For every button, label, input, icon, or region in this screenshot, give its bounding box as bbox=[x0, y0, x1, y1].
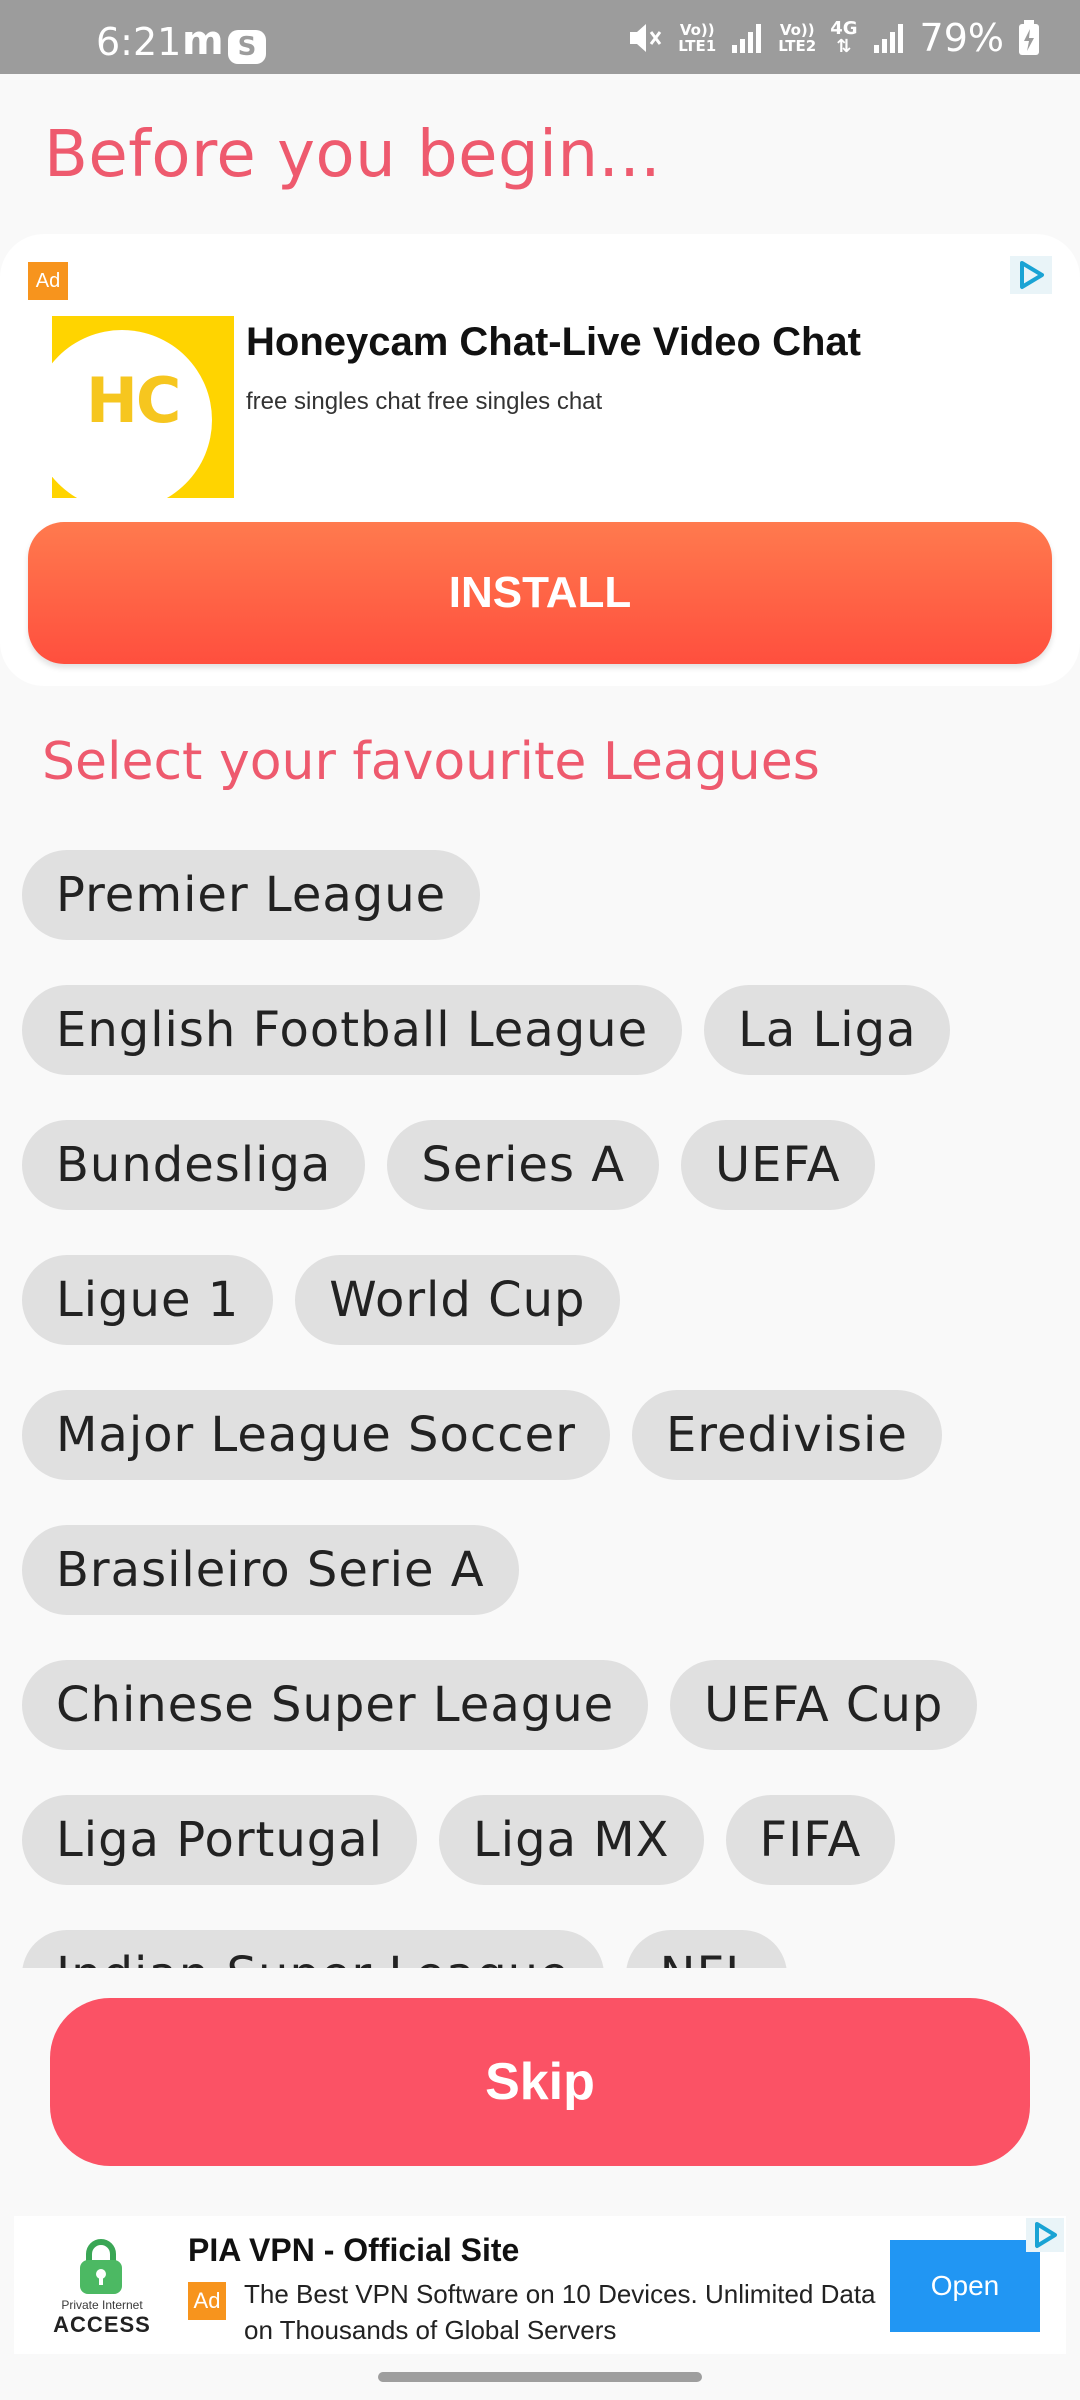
league-chip[interactable]: Bundesliga bbox=[22, 1120, 366, 1210]
league-chip[interactable]: Chinese Super League bbox=[22, 1660, 649, 1750]
league-chip-list[interactable]: Premier League English Football League L… bbox=[22, 850, 1062, 1968]
mute-icon bbox=[630, 24, 662, 52]
chip-row: Bundesliga Series A UEFA bbox=[22, 1120, 1062, 1210]
pia-logo[interactable]: Private Internet ACCESS bbox=[52, 2236, 150, 2337]
adchoices-icon[interactable] bbox=[1010, 256, 1052, 294]
league-chip[interactable]: La Liga bbox=[704, 985, 951, 1075]
league-chip[interactable]: FIFA bbox=[725, 1795, 896, 1885]
league-chip[interactable]: NFL bbox=[625, 1930, 787, 1968]
network-type: 4G ⇅ bbox=[830, 18, 858, 57]
skype-notification-icon: S bbox=[228, 30, 266, 64]
adchoices-icon[interactable] bbox=[1026, 2218, 1064, 2252]
volte-lte2-indicator: Vo)) LTE2 bbox=[778, 21, 817, 55]
padlock-icon bbox=[80, 2239, 122, 2294]
league-chip[interactable]: Liga MX bbox=[439, 1795, 704, 1885]
page-title: Before you begin... bbox=[44, 118, 662, 192]
chip-row: Ligue 1 World Cup bbox=[22, 1255, 1062, 1345]
chip-row: Premier League bbox=[22, 850, 1062, 940]
ad-badge: Ad bbox=[28, 262, 68, 300]
ad-banner-bottom[interactable]: Private Internet ACCESS PIA VPN - Offici… bbox=[14, 2216, 1066, 2354]
battery-percent: 79% bbox=[919, 16, 1004, 60]
league-chip[interactable]: Series A bbox=[387, 1120, 660, 1210]
install-button[interactable]: INSTALL bbox=[28, 522, 1052, 664]
bottom-ad-description: The Best VPN Software on 10 Devices. Unl… bbox=[244, 2279, 876, 2345]
league-chip[interactable]: UEFA Cup bbox=[670, 1660, 978, 1750]
open-button[interactable]: Open bbox=[890, 2240, 1040, 2332]
league-chip[interactable]: English Football League bbox=[22, 985, 683, 1075]
league-chip[interactable]: Premier League bbox=[22, 850, 481, 940]
league-chip[interactable]: Ligue 1 bbox=[22, 1255, 274, 1345]
messenger-notification-icon: m bbox=[182, 18, 224, 64]
chip-row: Major League Soccer Eredivisie bbox=[22, 1390, 1062, 1480]
ad-banner-top[interactable]: Ad HC Honeycam Chat-Live Video Chat free… bbox=[0, 234, 1080, 686]
league-chip[interactable]: Major League Soccer bbox=[22, 1390, 610, 1480]
section-title: Select your favourite Leagues bbox=[42, 732, 820, 792]
ad-badge: Ad bbox=[188, 2282, 226, 2320]
home-indicator[interactable] bbox=[378, 2372, 702, 2382]
signal-icon bbox=[732, 24, 762, 53]
league-chip[interactable]: Brasileiro Serie A bbox=[22, 1525, 519, 1615]
league-chip[interactable]: UEFA bbox=[681, 1120, 875, 1210]
bottom-ad-title[interactable]: PIA VPN - Official Site bbox=[188, 2232, 519, 2269]
league-chip[interactable]: Eredivisie bbox=[631, 1390, 942, 1480]
status-time: 6:21 bbox=[96, 20, 182, 64]
chip-row: Brasileiro Serie A bbox=[22, 1525, 1062, 1615]
skip-button[interactable]: Skip bbox=[50, 1998, 1030, 2166]
league-chip[interactable]: Liga Portugal bbox=[22, 1795, 418, 1885]
chip-row: Indian Super League NFL bbox=[22, 1930, 1062, 1968]
status-bar: 6:21 m S Vo)) LTE1 Vo)) LTE2 4G ⇅ 79% bbox=[0, 0, 1080, 74]
league-chip[interactable]: Indian Super League bbox=[22, 1930, 604, 1968]
chip-row: Liga Portugal Liga MX FIFA bbox=[22, 1795, 1062, 1885]
signal-icon-2 bbox=[873, 24, 903, 53]
league-chip[interactable]: World Cup bbox=[295, 1255, 620, 1345]
battery-charging-icon bbox=[1019, 20, 1039, 55]
ad-subtitle: free singles chat free singles chat bbox=[246, 388, 603, 415]
volte-lte1-indicator: Vo)) LTE1 bbox=[678, 21, 717, 55]
chip-row: Chinese Super League UEFA Cup bbox=[22, 1660, 1062, 1750]
status-icons: Vo)) LTE1 Vo)) LTE2 4G ⇅ 79% bbox=[624, 16, 1040, 60]
chip-row: English Football League La Liga bbox=[22, 985, 1062, 1075]
ad-title[interactable]: Honeycam Chat-Live Video Chat bbox=[246, 320, 861, 365]
honeycam-logo[interactable]: HC bbox=[52, 316, 234, 498]
